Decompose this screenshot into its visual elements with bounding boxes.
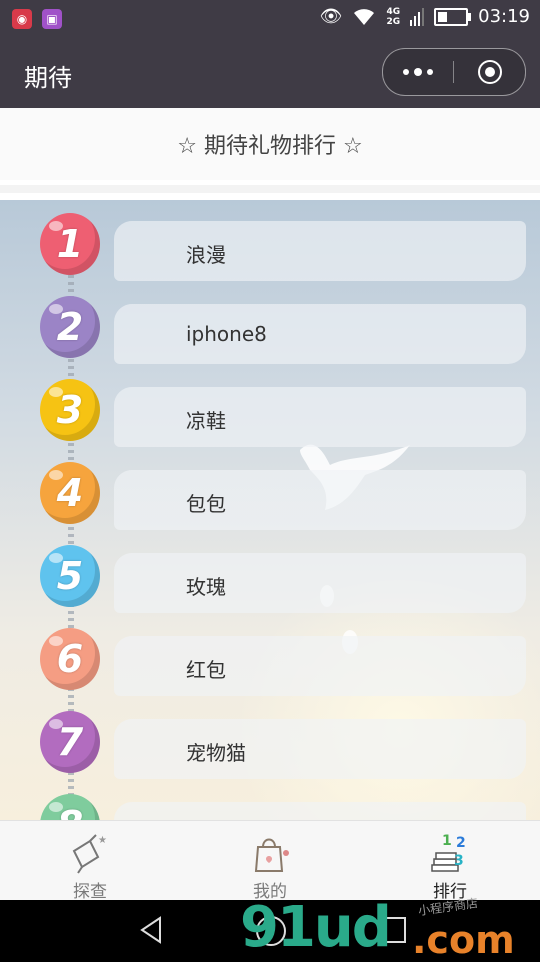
svg-text:★: ★ (98, 835, 107, 846)
rank-number: 1 (56, 222, 84, 266)
svg-text:3: 3 (454, 853, 464, 869)
rank-number: 2 (56, 305, 84, 349)
network-indicator: 4G 2G (386, 6, 401, 27)
rank-badge: 1 (40, 213, 100, 275)
ranking-row[interactable]: 4 包包 (0, 459, 540, 530)
page-title: 期待 (24, 64, 72, 92)
rank-badge: 8 (40, 794, 100, 820)
ranking-header: ☆ 期待礼物排行 ☆ (0, 108, 540, 180)
wifi-icon (354, 8, 375, 25)
rank-badge: 4 (40, 462, 100, 524)
ranking-card (114, 304, 526, 364)
header-divider (0, 180, 540, 200)
navigation-bar: 期待 (0, 38, 540, 108)
tab-explore[interactable]: ★ 探查 (30, 821, 150, 902)
tab-mine[interactable]: 我的 (210, 821, 330, 902)
explore-kite-icon: ★ (68, 831, 112, 875)
ranking-row[interactable]: 6 红包 (0, 625, 540, 696)
close-button[interactable] (478, 60, 502, 84)
handbag-icon (248, 831, 292, 875)
rank-badge: 7 (40, 711, 100, 773)
rank-badge: 5 (40, 545, 100, 607)
rank-number: 5 (56, 554, 84, 598)
ranking-card (114, 387, 526, 447)
app-notification-icon: ◉ (12, 9, 32, 29)
watermark-suffix: .com (412, 918, 515, 962)
ranking-row[interactable]: 8幸运 (0, 791, 540, 820)
mini-program-capsule (382, 48, 526, 96)
rank-number: 6 (56, 637, 84, 681)
status-bar: ◉ ▣ 👁 4G 2G 03:19 (0, 0, 540, 38)
ranking-row[interactable]: 7 宠物猫 (0, 708, 540, 779)
gift-name: 红包 (186, 658, 226, 682)
ranking-row[interactable]: 3 凉鞋 (0, 376, 540, 447)
ranking-list[interactable]: 1 浪漫 2 iphone8 3 凉鞋 4 包包 5 玫瑰 6 红包 7 宠物猫 8幸运 (0, 200, 540, 820)
ranking-card (114, 470, 526, 530)
ranking-row[interactable]: 1 浪漫 (0, 210, 540, 281)
ranking-card (114, 636, 526, 696)
rank-number: 4 (56, 471, 84, 515)
status-icons: 👁 4G 2G 03:19 (320, 6, 530, 27)
ranking-books-icon: 1 2 3 (428, 831, 472, 875)
rank-badge: 2 (40, 296, 100, 358)
rank-number: 7 (56, 720, 84, 764)
gift-name: iphone8 (186, 322, 267, 346)
background-glow (220, 580, 540, 820)
gift-name: 凉鞋 (186, 409, 226, 433)
status-time: 03:19 (478, 6, 530, 27)
battery-icon (434, 7, 472, 26)
back-icon[interactable] (138, 916, 164, 944)
rank-badge: 3 (40, 379, 100, 441)
more-button[interactable] (383, 49, 453, 95)
watermark-logo: 91ud (240, 895, 392, 960)
tab-ranking[interactable]: 1 2 3 排行 (390, 821, 510, 902)
ranking-card (114, 802, 526, 820)
rank-number: 8 (57, 803, 83, 820)
ranking-title: ☆ 期待礼物排行 ☆ (177, 134, 363, 159)
ranking-card (114, 719, 526, 779)
tab-label: 探查 (73, 882, 107, 902)
ranking-row[interactable]: 5 玫瑰 (0, 542, 540, 613)
svg-text:1: 1 (442, 833, 452, 849)
capsule-divider (453, 61, 454, 83)
rank-number: 3 (56, 388, 84, 432)
tab-bar: ★ 探查 我的 1 2 3 排行 (0, 820, 540, 902)
ranking-row[interactable]: 2 iphone8 (0, 293, 540, 364)
eye-icon: 👁 (319, 6, 343, 27)
signal-icon (410, 7, 425, 26)
rank-badge: 6 (40, 628, 100, 690)
svg-text:2: 2 (456, 835, 466, 851)
gallery-notification-icon: ▣ (42, 9, 62, 29)
ranking-card (114, 221, 526, 281)
gift-name: 浪漫 (186, 243, 226, 267)
gift-name: 宠物猫 (186, 741, 246, 765)
ranking-card (114, 553, 526, 613)
gift-name: 玫瑰 (186, 575, 226, 599)
gift-name: 包包 (186, 492, 226, 516)
notification-icons: ◉ ▣ (12, 9, 62, 29)
